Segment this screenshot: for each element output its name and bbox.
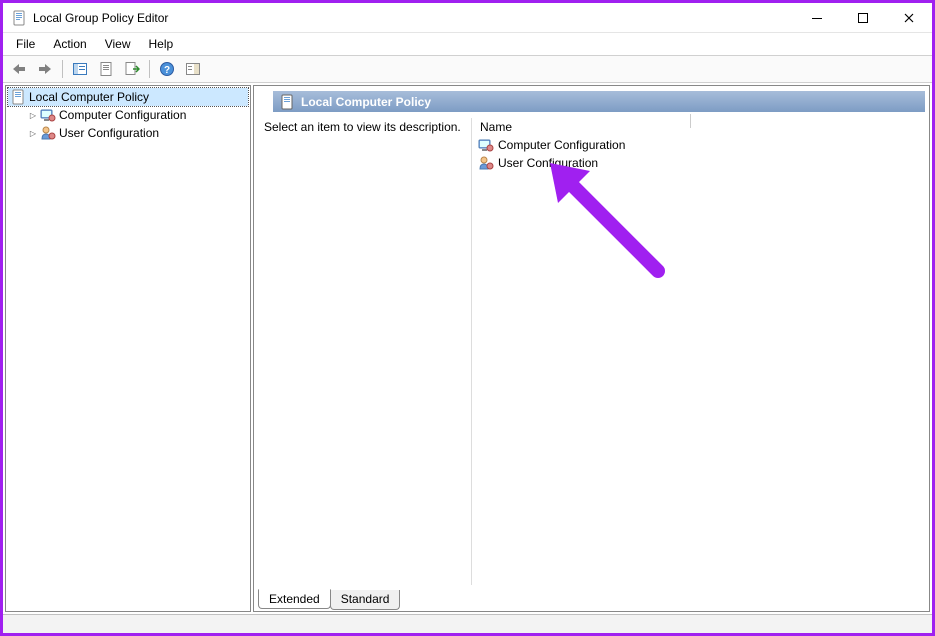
tree-root-label: Local Computer Policy xyxy=(29,90,149,104)
show-actions-button[interactable] xyxy=(181,58,205,80)
column-header-name[interactable]: Name xyxy=(476,118,921,136)
menubar: File Action View Help xyxy=(3,33,932,55)
svg-text:?: ? xyxy=(164,65,170,76)
export-list-button[interactable] xyxy=(120,58,144,80)
tree-item-user-configuration[interactable]: ▷ User Configuration xyxy=(8,124,248,142)
menu-help[interactable]: Help xyxy=(140,35,183,53)
policy-doc-icon xyxy=(10,89,26,105)
show-hide-tree-button[interactable] xyxy=(68,58,92,80)
detail-pane: Local Computer Policy Select an item to … xyxy=(253,85,930,612)
help-button[interactable]: ? xyxy=(155,58,179,80)
menu-view[interactable]: View xyxy=(96,35,140,53)
user-config-icon xyxy=(478,155,494,171)
list-item-label: User Configuration xyxy=(498,156,598,170)
computer-config-icon xyxy=(40,107,56,123)
description-column: Select an item to view its description. xyxy=(258,118,472,585)
content-area: Local Computer Policy ▷ Computer Configu… xyxy=(3,83,932,614)
expand-icon[interactable]: ▷ xyxy=(26,108,40,122)
forward-button[interactable] xyxy=(33,58,57,80)
toolbar: ? xyxy=(3,55,932,83)
list-item-computer-configuration[interactable]: Computer Configuration xyxy=(476,136,921,154)
back-button[interactable] xyxy=(7,58,31,80)
window-title: Local Group Policy Editor xyxy=(33,11,168,25)
menu-action[interactable]: Action xyxy=(44,35,95,53)
minimize-button[interactable] xyxy=(794,3,840,33)
toolbar-separator xyxy=(149,60,150,78)
column-divider[interactable] xyxy=(690,114,691,128)
computer-config-icon xyxy=(478,137,494,153)
tab-extended[interactable]: Extended xyxy=(258,589,331,609)
toolbar-separator xyxy=(62,60,63,78)
policy-doc-icon xyxy=(279,94,295,110)
close-button[interactable] xyxy=(886,3,932,33)
tree-item-label: Computer Configuration xyxy=(59,108,186,122)
app-policy-icon xyxy=(11,10,27,26)
tree-root-local-computer-policy[interactable]: Local Computer Policy xyxy=(8,88,248,106)
list-column[interactable]: Name Computer Configuration User Configu… xyxy=(472,118,925,585)
tree-item-label: User Configuration xyxy=(59,126,159,140)
expand-icon[interactable]: ▷ xyxy=(26,126,40,140)
menu-file[interactable]: File xyxy=(7,35,44,53)
maximize-button[interactable] xyxy=(840,3,886,33)
list-item-user-configuration[interactable]: User Configuration xyxy=(476,154,921,172)
titlebar: Local Group Policy Editor xyxy=(3,3,932,33)
statusbar xyxy=(3,614,932,633)
description-text: Select an item to view its description. xyxy=(264,120,461,134)
detail-header: Local Computer Policy xyxy=(272,90,925,112)
tree-item-computer-configuration[interactable]: ▷ Computer Configuration xyxy=(8,106,248,124)
list-item-label: Computer Configuration xyxy=(498,138,625,152)
window-controls xyxy=(794,3,932,33)
properties-button[interactable] xyxy=(94,58,118,80)
detail-header-title: Local Computer Policy xyxy=(301,95,431,109)
tree-pane[interactable]: Local Computer Policy ▷ Computer Configu… xyxy=(5,85,251,612)
detail-body: Select an item to view its description. … xyxy=(254,112,929,589)
tab-strip: Extended Standard xyxy=(254,589,929,611)
tab-standard[interactable]: Standard xyxy=(330,590,401,610)
user-config-icon xyxy=(40,125,56,141)
